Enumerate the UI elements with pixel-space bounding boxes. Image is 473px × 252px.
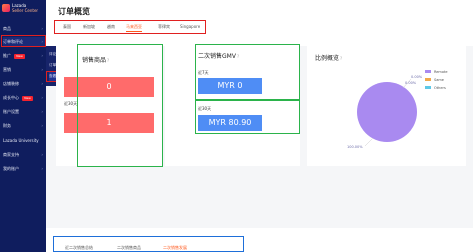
sidebar-item-label: Lazada University bbox=[3, 138, 39, 143]
pie-label-top1: 0.00% bbox=[411, 75, 423, 79]
card-ratio-overview: 比例概览? 0.00% 0.00% 100.00% Remote Same Ot… bbox=[307, 44, 466, 166]
pie-label-bottom: 100.00% bbox=[347, 145, 363, 149]
logo-line2: Seller Center bbox=[12, 8, 39, 13]
legend-label-same: Same bbox=[434, 78, 444, 82]
sidebar-item-label: 商家支持 bbox=[3, 152, 19, 157]
legend-swatch-same bbox=[425, 78, 431, 81]
sidebar-item-label: 账户设置 bbox=[3, 109, 19, 114]
sidebar-item-account-settings[interactable]: 账户设置 › bbox=[3, 107, 45, 116]
highlight-sales-items-card bbox=[77, 44, 163, 167]
sidebar-item-label: 推广 bbox=[3, 53, 11, 58]
sidebar-item-label: 我的账户 bbox=[3, 166, 19, 171]
highlight-gmv-7-days bbox=[195, 44, 300, 100]
highlight-country-tabs bbox=[54, 20, 206, 34]
sidebar-item-marketing[interactable]: 营销 › bbox=[3, 65, 45, 74]
highlight-bottom-tabs bbox=[53, 236, 244, 252]
highlight-orders-item bbox=[1, 35, 46, 47]
new-badge: New bbox=[14, 53, 25, 59]
sidebar-item-promotion[interactable]: 推广 New › bbox=[3, 51, 45, 60]
chevron-right-icon: › bbox=[41, 152, 43, 157]
legend-label-others: Others bbox=[434, 86, 446, 90]
sidebar-item-my-account[interactable]: 我的账户 › bbox=[3, 164, 45, 173]
sidebar-item-finance[interactable]: 财务 › bbox=[3, 121, 45, 130]
legend-swatch-others bbox=[425, 86, 431, 89]
sidebar-item-seller-support[interactable]: 商家支持 › bbox=[3, 150, 45, 159]
sidebar-item-label: 店铺装修 bbox=[3, 81, 19, 86]
sidebar-item-label: 商品 bbox=[3, 26, 11, 31]
pie-label-top2: 0.00% bbox=[405, 81, 417, 85]
highlight-gmv-30-days bbox=[195, 100, 300, 134]
chevron-right-icon: › bbox=[41, 67, 43, 72]
chevron-right-icon: › bbox=[41, 123, 43, 128]
chevron-right-icon: › bbox=[41, 81, 43, 86]
sidebar-item-lazada-university[interactable]: Lazada University bbox=[3, 136, 45, 145]
lazada-heart-icon bbox=[2, 4, 10, 12]
sidebar-item-label: 成长中心 bbox=[3, 95, 19, 100]
lazada-logo[interactable]: Lazada Seller Center bbox=[2, 3, 44, 15]
legend-swatch-remote bbox=[425, 70, 431, 73]
chevron-right-icon: › bbox=[41, 109, 43, 114]
sidebar-item-label: 营销 bbox=[3, 67, 11, 72]
label-30-days: 近30天 bbox=[64, 101, 78, 106]
chevron-right-icon: › bbox=[41, 26, 43, 31]
sidebar-item-store-decoration[interactable]: 店铺装修 › bbox=[3, 79, 45, 88]
new-badge: New bbox=[22, 95, 33, 101]
pie-leader-line bbox=[364, 137, 374, 147]
page-title: 订单概览 bbox=[58, 7, 90, 16]
chevron-right-icon: › bbox=[41, 166, 43, 171]
sidebar-item-products[interactable]: 商品 › bbox=[3, 24, 45, 33]
pie-legend: Remote Same Others bbox=[425, 70, 448, 90]
chevron-right-icon: › bbox=[41, 53, 43, 58]
sidebar-item-label: 财务 bbox=[3, 123, 11, 128]
pie-slice-remote bbox=[357, 82, 417, 142]
sidebar-item-growth-center[interactable]: 成长中心 New › bbox=[3, 93, 45, 102]
ratio-pie-chart: 0.00% 0.00% 100.00% Remote Same Others bbox=[347, 70, 448, 149]
chevron-right-icon: › bbox=[41, 95, 43, 100]
legend-label-remote: Remote bbox=[434, 70, 448, 74]
